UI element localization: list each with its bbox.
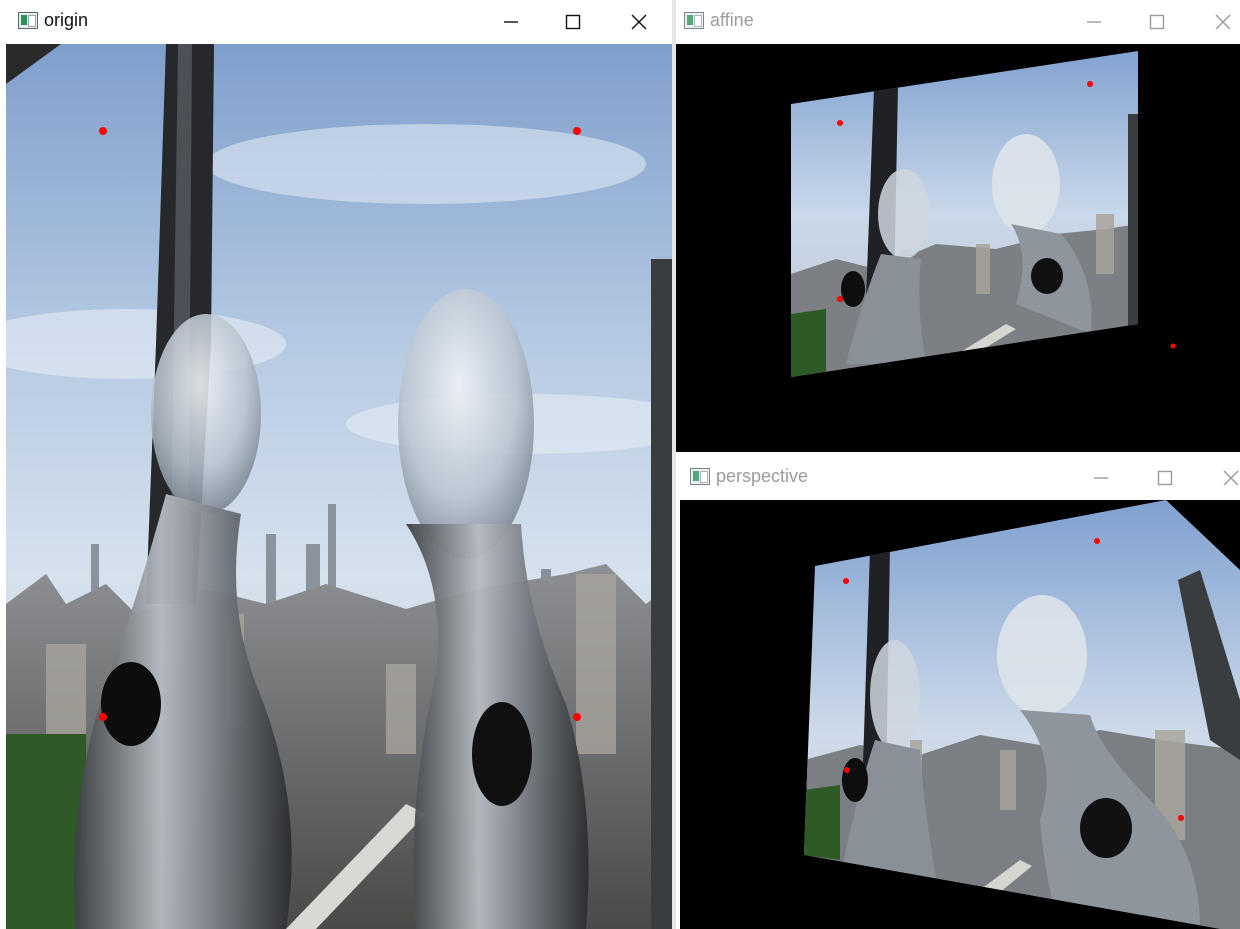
- maximize-button[interactable]: [550, 0, 596, 44]
- minimize-button[interactable]: [488, 0, 534, 44]
- affine-image: [676, 44, 1240, 452]
- close-icon: [1223, 470, 1239, 486]
- marker-point: [1087, 81, 1093, 87]
- affine-photo: [676, 44, 1240, 452]
- marker-point: [99, 127, 107, 135]
- maximize-button[interactable]: [1134, 0, 1180, 44]
- opencv-window-icon: [18, 12, 38, 29]
- marker-point: [843, 578, 849, 584]
- opencv-window-icon: [684, 12, 704, 29]
- window-title: origin: [44, 10, 89, 30]
- maximize-icon: [565, 14, 581, 30]
- marker-point: [573, 713, 581, 721]
- close-button[interactable]: [1200, 0, 1240, 44]
- maximize-icon: [1157, 470, 1173, 486]
- perspective-titlebar[interactable]: perspective: [680, 456, 1240, 500]
- perspective-window[interactable]: perspective: [680, 456, 1240, 929]
- marker-point: [837, 120, 843, 126]
- close-button[interactable]: [616, 0, 662, 44]
- minimize-icon: [504, 21, 518, 23]
- window-title: perspective: [716, 466, 809, 486]
- affine-window[interactable]: affine: [676, 0, 1240, 452]
- maximize-button[interactable]: [1142, 456, 1188, 500]
- close-icon: [1215, 14, 1231, 30]
- window-title: affine: [710, 10, 754, 30]
- origin-window[interactable]: origin: [6, 0, 672, 929]
- perspective-photo: [680, 500, 1240, 929]
- marker-point: [1094, 538, 1100, 544]
- marker-point: [1170, 343, 1176, 349]
- minimize-icon: [1087, 21, 1101, 23]
- minimize-button[interactable]: [1078, 456, 1124, 500]
- marker-point: [844, 767, 850, 773]
- city-photo: [6, 44, 672, 929]
- maximize-icon: [1149, 14, 1165, 30]
- close-button[interactable]: [1208, 456, 1240, 500]
- minimize-button[interactable]: [1071, 0, 1117, 44]
- origin-image: [6, 44, 672, 929]
- marker-point: [1178, 815, 1184, 821]
- origin-titlebar[interactable]: origin: [6, 0, 672, 44]
- perspective-image: [680, 500, 1240, 929]
- marker-point: [837, 296, 843, 302]
- affine-titlebar[interactable]: affine: [676, 0, 1240, 44]
- opencv-window-icon: [690, 468, 710, 485]
- close-icon: [631, 14, 647, 30]
- minimize-icon: [1094, 477, 1108, 479]
- marker-point: [573, 127, 581, 135]
- marker-point: [99, 713, 107, 721]
